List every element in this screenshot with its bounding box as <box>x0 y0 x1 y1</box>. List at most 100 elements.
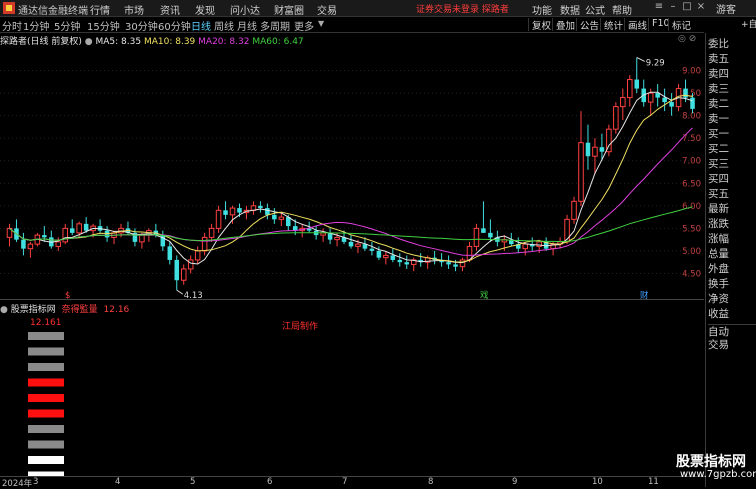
indicator-level-label: 12.161 <box>30 318 62 328</box>
panel-label: 收益 <box>708 308 729 320</box>
panel-label: 外盘 <box>708 263 729 275</box>
xaxis-label: 9 <box>512 477 518 487</box>
app-title: 通达信金融终端 <box>18 6 88 17</box>
candle-body <box>42 235 47 238</box>
mark-button[interactable]: 标记 <box>668 18 694 32</box>
more-dropdown-icon[interactable]: ▼ <box>318 19 324 28</box>
period-1min[interactable]: 1分钟 <box>23 18 49 33</box>
candle-body <box>627 79 633 99</box>
period-daily[interactable]: 日线 <box>191 18 211 33</box>
indicator-bar-gray <box>28 425 64 433</box>
candle-body <box>459 259 466 268</box>
menu-wealth[interactable]: 财富圈 <box>274 2 304 17</box>
period-60min[interactable]: 60分钟 <box>158 18 191 33</box>
panel-label: 买三 <box>708 158 729 170</box>
menu-icon[interactable]: ≡ <box>652 1 666 14</box>
high-price-label: 9.29 <box>646 58 665 68</box>
low-price-label: 4.13 <box>184 291 203 300</box>
candle-body <box>522 243 529 250</box>
xaxis-label: 4 <box>115 477 121 487</box>
quote-panel: 委比 卖五 卖四 卖三 卖二 卖一 买一 买二 买三 买四 买五 最新 涨跌 涨… <box>705 20 756 487</box>
candle-body <box>223 210 228 215</box>
price-chart[interactable]: 9.008.508.007.507.006.506.005.505.004.50… <box>0 44 704 300</box>
menu-market[interactable]: 市场 <box>124 2 144 17</box>
menu-trade[interactable]: 交易 <box>317 2 337 17</box>
period-toolbar: 分时 1分钟 5分钟 15分钟 30分钟 60分钟 日线 周线 月线 多周期 更… <box>0 17 704 33</box>
menu-help[interactable]: 帮助 <box>612 2 632 17</box>
candle-body <box>376 250 382 258</box>
menu-ask[interactable]: 问小达 <box>230 2 260 17</box>
panel-label: 买五 <box>708 188 729 200</box>
event-marker: $ <box>65 291 70 300</box>
watermark-url: www.7gpzb.com <box>680 469 756 480</box>
candle-body <box>662 97 667 103</box>
period-monthly[interactable]: 月线 <box>237 18 257 33</box>
menu-quotes[interactable]: 行情 <box>90 2 110 17</box>
candle-body <box>104 230 110 238</box>
auto-trade-button[interactable]: 自动 <box>708 324 756 339</box>
period-multi[interactable]: 多周期 <box>260 18 290 33</box>
period-intraday[interactable]: 分时 <box>2 18 22 33</box>
login-notice[interactable]: 证券交易未登录 探路者 <box>416 2 509 15</box>
period-15min[interactable]: 15分钟 <box>87 18 120 33</box>
candle-body <box>21 239 26 249</box>
indicator-bar-red <box>28 394 64 402</box>
panel-label: 最新 <box>708 203 729 215</box>
watermark-title: 股票指标网 <box>676 454 746 470</box>
candle-body <box>647 92 654 103</box>
low-pointer <box>176 289 184 295</box>
candle-body <box>592 146 598 157</box>
overlay-button[interactable]: 叠加 <box>552 18 578 32</box>
menu-discover[interactable]: 发现 <box>195 2 215 17</box>
panel-label: 买一 <box>708 128 729 140</box>
menu-formula[interactable]: 公式 <box>585 2 605 17</box>
xaxis-label: 8 <box>428 477 434 487</box>
candle-body <box>348 241 354 247</box>
menu-news[interactable]: 资讯 <box>160 2 180 17</box>
period-weekly[interactable]: 周线 <box>214 18 234 33</box>
period-30min[interactable]: 30分钟 <box>125 18 158 33</box>
candle-body <box>62 227 69 243</box>
candle-body <box>536 241 542 247</box>
trade-button[interactable]: 交易 <box>708 338 756 352</box>
indicator-caption: 江局制作 <box>282 322 319 332</box>
xaxis-label: 3 <box>33 477 39 487</box>
candle-body <box>237 208 242 213</box>
candle-body <box>187 259 194 270</box>
panel-label: 卖二 <box>708 98 729 110</box>
panel-label: 委比 <box>708 38 729 50</box>
indicator-chart[interactable] <box>0 314 704 476</box>
candle-body <box>258 205 263 209</box>
candle-body <box>390 255 396 260</box>
price-tick-label: 4.50 <box>682 269 701 279</box>
maximize-icon[interactable]: □ <box>680 1 694 14</box>
panel-label: 换手 <box>708 278 729 290</box>
candle-body <box>278 216 285 220</box>
menu-data[interactable]: 数据 <box>560 2 580 17</box>
candle-body <box>167 246 173 260</box>
candle-body <box>265 208 270 215</box>
xaxis-label: 2024年 <box>2 479 33 489</box>
candle-body <box>404 262 410 265</box>
xaxis-label: 5 <box>190 477 196 487</box>
candle-body <box>272 214 277 220</box>
announcement-button[interactable]: 公告 <box>576 18 602 32</box>
candle-body <box>229 207 236 216</box>
minimize-icon[interactable]: – <box>666 1 680 14</box>
event-marker: 戏 <box>480 290 489 300</box>
stats-button[interactable]: 统计 <box>600 18 626 32</box>
adjust-button[interactable]: 复权 <box>528 18 554 32</box>
menu-functions[interactable]: 功能 <box>532 2 552 17</box>
candle-body <box>669 102 674 107</box>
draw-button[interactable]: 画线 <box>624 18 650 32</box>
high-pointer <box>636 57 645 62</box>
panel-label: 总量 <box>708 248 729 260</box>
period-5min[interactable]: 5分钟 <box>54 18 80 33</box>
chart-nav-icons[interactable]: ◎ ⊘ <box>678 34 696 44</box>
add-watchlist-button[interactable]: +自选 <box>741 17 756 30</box>
user-label[interactable]: 游客 <box>716 1 736 16</box>
period-more[interactable]: 更多 <box>294 18 314 33</box>
close-icon[interactable]: × <box>694 1 708 14</box>
xaxis-label: 10 <box>592 477 603 487</box>
indicator-bar-gray <box>28 440 64 449</box>
